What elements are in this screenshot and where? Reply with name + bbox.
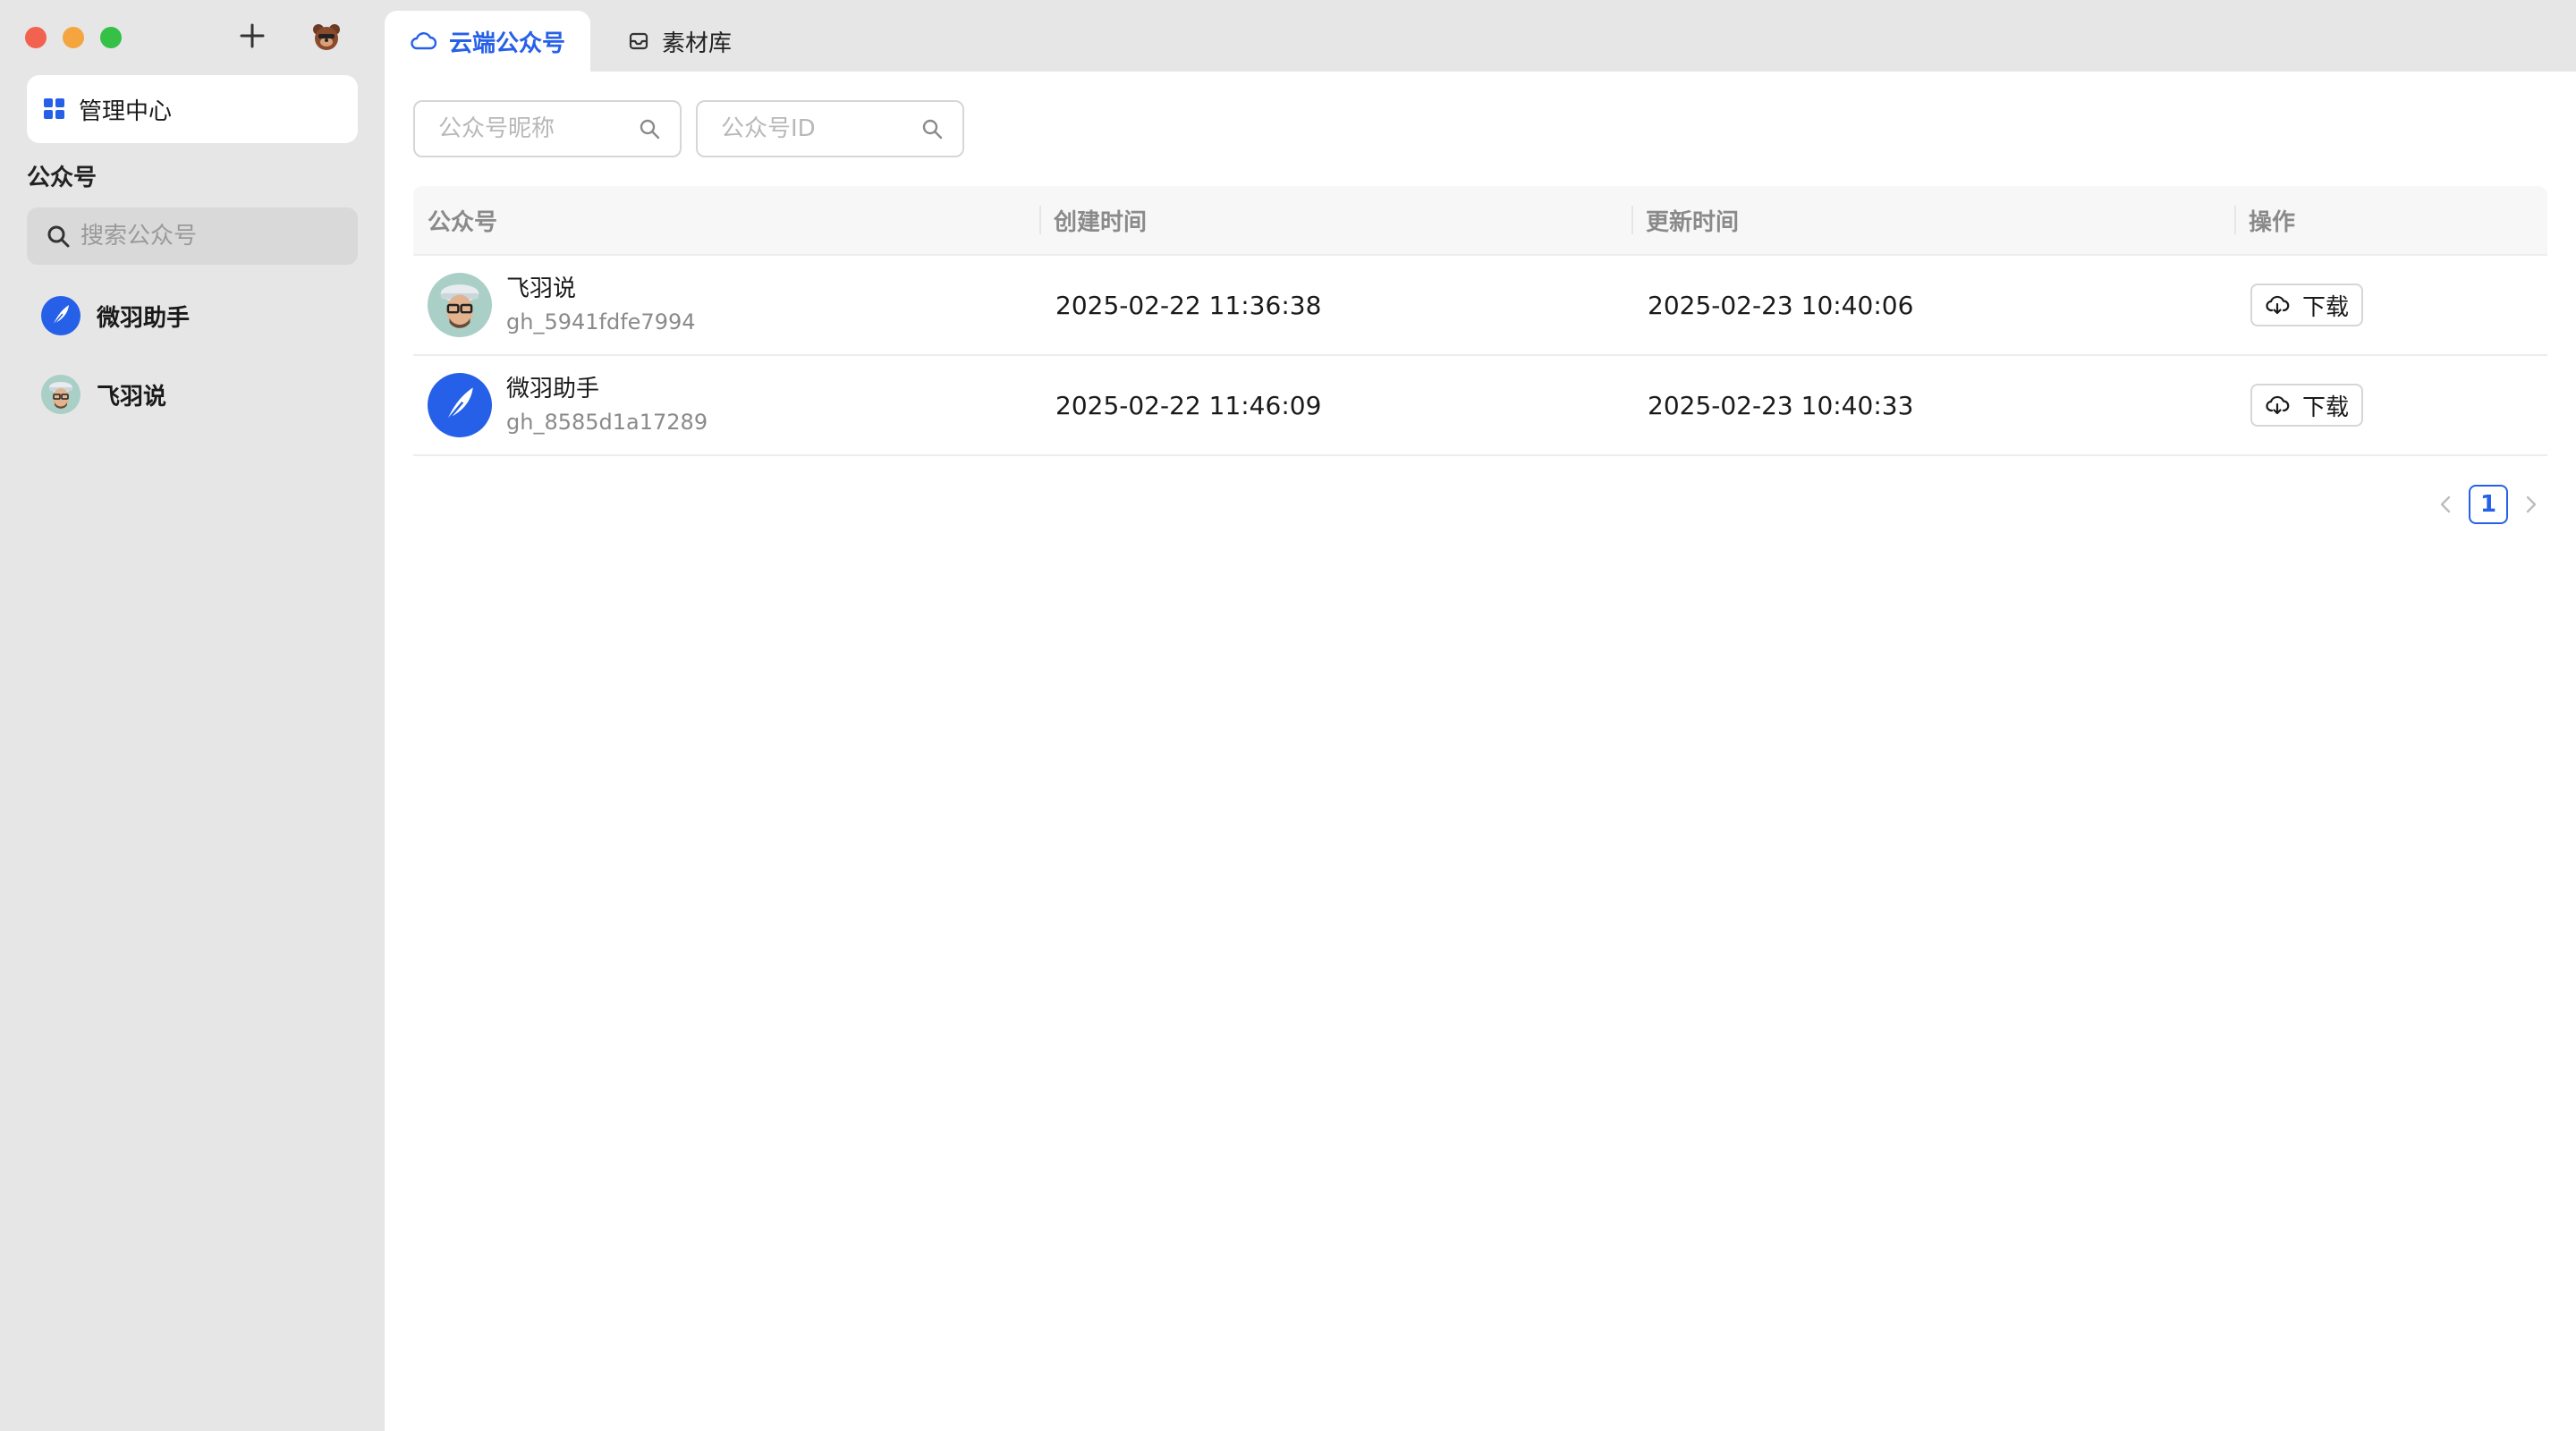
account-info: 飞羽说 gh_5941fdfe7994 bbox=[506, 273, 696, 337]
column-header-updated: 更新时间 bbox=[1631, 186, 2234, 254]
account-name: 微羽助手 bbox=[506, 376, 600, 402]
account-name: 飞羽说 bbox=[506, 275, 577, 302]
tab-label: 素材库 bbox=[662, 30, 733, 57]
add-button[interactable] bbox=[234, 16, 270, 55]
main-content: 公众号 创建时间 更新时间 操作 bbox=[385, 72, 2576, 1431]
accounts-table: 公众号 创建时间 更新时间 操作 飞羽说 gh_5941fdfe7994 202… bbox=[413, 186, 2547, 456]
feather-logo-icon bbox=[428, 373, 492, 437]
table-header: 公众号 创建时间 更新时间 操作 bbox=[413, 186, 2547, 256]
pagination: 1 bbox=[2428, 483, 2549, 526]
column-header-created: 创建时间 bbox=[1039, 186, 1631, 254]
prev-page-button[interactable] bbox=[2428, 483, 2463, 526]
search-icon[interactable] bbox=[921, 118, 943, 140]
nav-admin-center[interactable]: 管理中心 bbox=[27, 75, 358, 143]
maximize-window-button[interactable] bbox=[100, 27, 122, 48]
tab-label: 云端公众号 bbox=[449, 30, 566, 57]
feather-logo-icon bbox=[41, 296, 80, 335]
tab-cloud-accounts[interactable]: 云端公众号 bbox=[385, 11, 591, 72]
plus-icon bbox=[240, 23, 265, 48]
account-info: 微羽助手 gh_8585d1a17289 bbox=[506, 373, 708, 437]
chevron-right-icon bbox=[2526, 495, 2537, 513]
next-page-button[interactable] bbox=[2513, 483, 2549, 526]
created-time: 2025-02-22 11:46:09 bbox=[1055, 390, 1322, 420]
created-time: 2025-02-22 11:36:38 bbox=[1055, 290, 1322, 320]
account-cell: 飞羽说 gh_5941fdfe7994 bbox=[413, 256, 1039, 354]
table-row: 微羽助手 gh_8585d1a17289 2025-02-22 11:46:09… bbox=[413, 356, 2547, 456]
download-label: 下载 bbox=[2302, 394, 2350, 421]
avatar-photo-icon bbox=[428, 273, 492, 337]
avatar-photo-icon bbox=[41, 375, 80, 414]
download-label: 下载 bbox=[2302, 293, 2350, 321]
column-header-actions: 操作 bbox=[2234, 186, 2547, 254]
cloud-download-icon bbox=[2266, 295, 2290, 315]
cloud-icon bbox=[411, 32, 436, 50]
account-cell: 微羽助手 gh_8585d1a17289 bbox=[413, 356, 1039, 454]
download-button[interactable]: 下载 bbox=[2250, 284, 2364, 326]
nickname-filter-input[interactable] bbox=[436, 114, 639, 143]
tab-material-library[interactable]: 素材库 bbox=[603, 11, 757, 72]
search-icon bbox=[47, 225, 70, 248]
page-number-button[interactable]: 1 bbox=[2469, 485, 2508, 524]
grid-icon bbox=[44, 98, 64, 119]
account-id: gh_5941fdfe7994 bbox=[506, 309, 696, 334]
window-controls bbox=[25, 27, 122, 48]
sidebar: 管理中心 公众号 微羽助手 bbox=[0, 0, 385, 1431]
close-window-button[interactable] bbox=[25, 27, 47, 48]
search-icon[interactable] bbox=[639, 118, 660, 140]
nickname-filter[interactable] bbox=[413, 100, 682, 157]
tab-bar: 云端公众号 素材库 bbox=[385, 0, 2576, 72]
inbox-icon bbox=[629, 32, 648, 50]
download-button[interactable]: 下载 bbox=[2250, 384, 2364, 427]
updated-time: 2025-02-23 10:40:33 bbox=[1648, 390, 1914, 420]
sidebar-account-item[interactable]: 飞羽说 bbox=[27, 363, 358, 426]
minimize-window-button[interactable] bbox=[63, 27, 84, 48]
cloud-download-icon bbox=[2266, 395, 2290, 415]
user-avatar[interactable] bbox=[311, 21, 342, 52]
sidebar-search-input[interactable] bbox=[79, 222, 351, 250]
nav-admin-label: 管理中心 bbox=[79, 97, 173, 125]
id-filter[interactable] bbox=[696, 100, 964, 157]
updated-time: 2025-02-23 10:40:06 bbox=[1648, 290, 1914, 320]
actions-cell: 下载 bbox=[2234, 356, 2547, 454]
column-header-account: 公众号 bbox=[428, 208, 498, 236]
sidebar-account-item[interactable]: 微羽助手 bbox=[27, 284, 358, 347]
chevron-left-icon bbox=[2440, 495, 2451, 513]
actions-cell: 下载 bbox=[2234, 256, 2547, 354]
app-window: 管理中心 公众号 微羽助手 bbox=[0, 0, 2576, 1431]
id-filter-input[interactable] bbox=[719, 114, 921, 143]
account-id: gh_8585d1a17289 bbox=[506, 410, 708, 435]
sidebar-search[interactable] bbox=[27, 207, 358, 265]
sidebar-account-name: 微羽助手 bbox=[97, 304, 191, 332]
table-row: 飞羽说 gh_5941fdfe7994 2025-02-22 11:36:38 … bbox=[413, 256, 2547, 356]
section-title: 公众号 bbox=[27, 165, 97, 191]
sidebar-account-name: 飞羽说 bbox=[97, 383, 167, 411]
bear-avatar-icon bbox=[313, 24, 340, 50]
